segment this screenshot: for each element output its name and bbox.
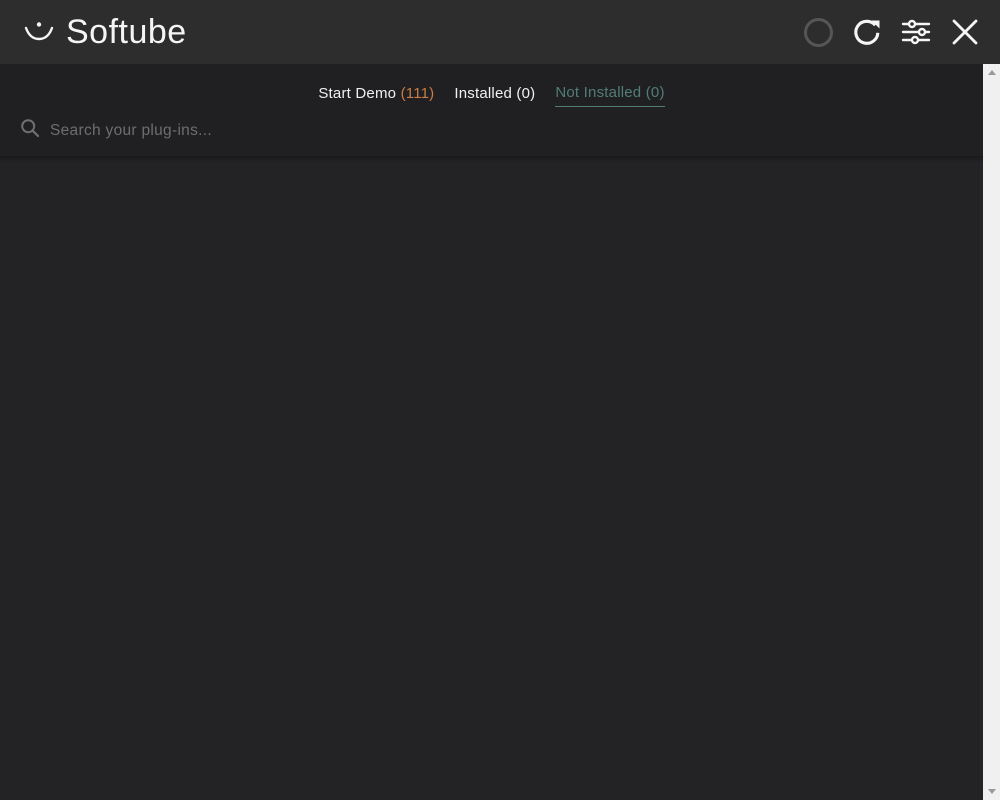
- plugin-manager-window: Softube Start Demo (111) Installed (0) N…: [0, 0, 1000, 800]
- status-circle-icon[interactable]: [801, 15, 835, 49]
- tab-installed[interactable]: Installed (0): [454, 83, 535, 107]
- search-bar: [20, 118, 963, 143]
- close-icon[interactable]: [948, 15, 982, 49]
- refresh-icon[interactable]: [850, 15, 884, 49]
- tab-start-demo-count: (111): [400, 84, 435, 102]
- filter-sliders-icon[interactable]: [899, 15, 933, 49]
- title-bar: Softube: [0, 0, 1000, 64]
- tab-not-installed[interactable]: Not Installed (0): [555, 82, 665, 107]
- topbar-actions: [801, 15, 982, 49]
- tab-start-demo-label: Start Demo: [318, 84, 401, 102]
- logo-text: Softube: [66, 13, 187, 51]
- search-icon: [20, 118, 40, 143]
- smiley-logo-icon: [20, 14, 60, 50]
- scroll-up-icon[interactable]: [983, 64, 1000, 81]
- vertical-scrollbar[interactable]: [983, 64, 1000, 800]
- tab-start-demo[interactable]: Start Demo (111): [318, 83, 434, 107]
- tab-not-installed-label: Not Installed: [555, 84, 646, 101]
- scroll-down-icon[interactable]: [983, 783, 1000, 800]
- header-section: Start Demo (111) Installed (0) Not Insta…: [0, 64, 983, 156]
- tab-not-installed-count: (0): [645, 84, 665, 101]
- tab-installed-count: (0): [516, 84, 536, 102]
- plugin-list-area: [0, 156, 983, 800]
- filter-tabs: Start Demo (111) Installed (0) Not Insta…: [0, 82, 983, 107]
- search-input[interactable]: [50, 121, 650, 140]
- tab-installed-label: Installed: [454, 84, 517, 102]
- softube-logo: Softube: [20, 14, 187, 50]
